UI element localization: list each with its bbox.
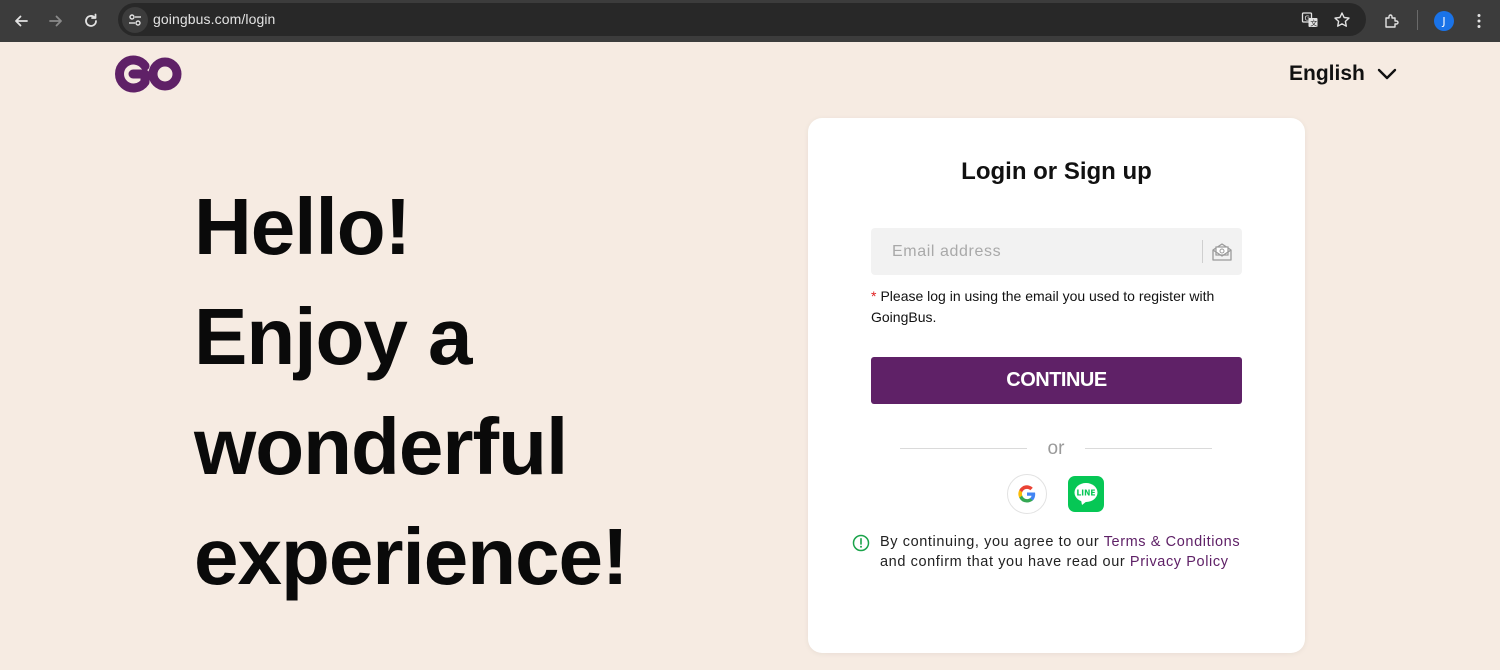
required-asterisk: *: [871, 288, 877, 304]
hero-line: experience!: [194, 512, 629, 601]
login-note: * Please log in using the email you used …: [871, 286, 1231, 328]
terms-prefix: By continuing, you agree to our: [880, 534, 1104, 550]
hero-line: wonderful: [194, 402, 568, 491]
chevron-down-icon: [1377, 68, 1397, 80]
google-icon: [1018, 485, 1036, 503]
bookmark-button[interactable]: [1331, 9, 1353, 31]
line-login-button[interactable]: LINE: [1068, 476, 1104, 512]
reload-button[interactable]: [77, 7, 105, 35]
mail-icon: [1212, 243, 1232, 261]
reload-icon: [85, 13, 97, 27]
terms-text: By continuing, you agree to our Terms & …: [880, 532, 1240, 572]
hero-line: Enjoy a: [194, 292, 473, 381]
language-label: English: [1289, 62, 1365, 85]
puzzle-icon: [1385, 14, 1399, 28]
url-text[interactable]: goingbus.com/login: [153, 11, 275, 27]
more-vert-icon: [1477, 14, 1481, 28]
star-icon: [1334, 12, 1350, 27]
browser-toolbar: goingbus.com/login G文 J: [0, 0, 1500, 42]
language-selector[interactable]: English: [1289, 60, 1397, 88]
arrow-left-icon: [15, 15, 28, 27]
or-divider: or: [900, 438, 1212, 460]
browser-menu-button[interactable]: [1465, 7, 1493, 35]
privacy-link[interactable]: Privacy Policy: [1130, 554, 1229, 570]
note-text-line1: Please log in using the email you used t…: [880, 288, 1215, 304]
login-card: Login or Sign up *Please log in using th…: [808, 118, 1305, 653]
divider-line: [1085, 448, 1212, 449]
go-logo-icon: [115, 55, 182, 93]
forward-button[interactable]: [42, 7, 70, 35]
svg-text:文: 文: [1310, 19, 1317, 28]
goingbus-logo[interactable]: [112, 55, 184, 93]
terms-middle: and confirm that you have read our: [880, 554, 1130, 570]
translate-icon: G文: [1301, 12, 1318, 28]
line-logo-text: LINE: [1077, 489, 1096, 498]
tune-icon: [129, 14, 141, 26]
login-title: Login or Sign up: [961, 158, 1152, 185]
continue-button[interactable]: CONTINUE: [871, 357, 1242, 404]
or-label: or: [1047, 438, 1065, 459]
back-button[interactable]: [7, 7, 35, 35]
line-icon: LINE: [1074, 483, 1098, 505]
translate-button[interactable]: G文: [1299, 9, 1321, 31]
arrow-right-icon: [49, 15, 62, 27]
hero-line: Hello!: [194, 182, 411, 271]
note-text-line2: GoingBus.: [871, 309, 937, 325]
toolbar-divider: [1417, 10, 1418, 30]
address-bar[interactable]: goingbus.com/login G文: [118, 3, 1366, 36]
profile-button[interactable]: J: [1430, 7, 1458, 35]
avatar: J: [1434, 11, 1454, 31]
email-field-container[interactable]: [871, 228, 1242, 275]
site-info-button[interactable]: [122, 7, 148, 33]
terms-link[interactable]: Terms & Conditions: [1104, 534, 1241, 550]
email-field-divider: [1202, 240, 1203, 263]
hero-heading: Hello! Enjoy a wonderful experience!: [194, 172, 714, 612]
email-field[interactable]: [871, 228, 1201, 275]
google-login-button[interactable]: [1007, 474, 1047, 514]
extensions-button[interactable]: [1378, 7, 1406, 35]
info-icon: [852, 534, 870, 552]
